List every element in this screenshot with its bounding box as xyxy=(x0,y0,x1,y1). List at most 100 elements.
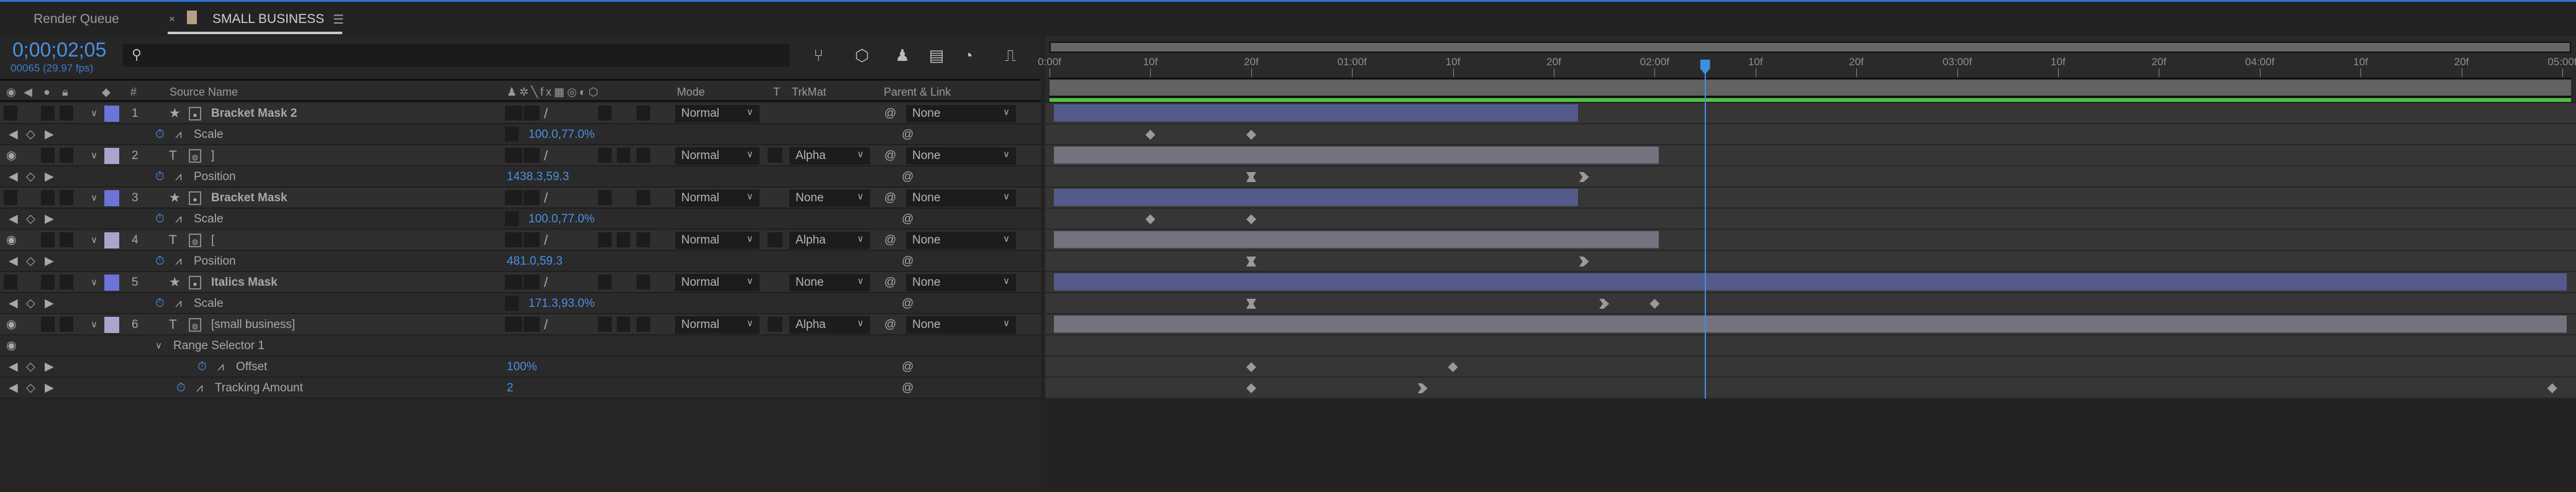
solo-toggle[interactable] xyxy=(41,317,55,332)
pickwhip-icon[interactable]: @ xyxy=(902,170,914,184)
pickwhip-icon[interactable]: @ xyxy=(902,128,914,142)
collapse-switch[interactable] xyxy=(524,190,540,205)
collapse-switch[interactable] xyxy=(524,232,540,247)
property-value[interactable]: 100% xyxy=(507,360,537,374)
keyframe-linear[interactable] xyxy=(1649,299,1660,309)
shy-layers-icon[interactable]: ♟ xyxy=(892,45,913,66)
lock-column-icon[interactable]: 🔒︎ xyxy=(62,86,68,99)
prev-keyframe-icon[interactable]: ◀ xyxy=(9,381,18,395)
effect-switch[interactable] xyxy=(598,275,612,289)
pickwhip-icon[interactable]: @ xyxy=(902,297,914,311)
property-value[interactable]: 100.0,77.0% xyxy=(528,212,595,226)
stopwatch-icon[interactable]: ⏱ xyxy=(155,170,165,184)
keyframe-easy-ease[interactable] xyxy=(1246,299,1256,309)
layer-duration-bar[interactable] xyxy=(1054,231,1659,249)
mode-dropdown[interactable]: Normal ∨ xyxy=(675,189,760,207)
next-keyframe-icon[interactable]: ▶ xyxy=(45,381,54,395)
property-value[interactable]: 2 xyxy=(507,381,514,395)
composition-mini-flowchart-icon[interactable]: ⑂ xyxy=(808,45,829,66)
parent-dropdown[interactable]: None ∨ xyxy=(906,274,1016,291)
quality-switch-icon[interactable]: / xyxy=(544,276,548,289)
parent-pickwhip-icon[interactable]: @ xyxy=(884,149,896,163)
layer-row[interactable]: ◉ ∨ 2 T ◍] / Normal ∨ Alpha ∨ @ None ∨ xyxy=(0,145,1041,166)
solo-toggle[interactable] xyxy=(41,106,55,121)
mode-dropdown[interactable]: Normal ∨ xyxy=(675,147,760,165)
keyframe-linear[interactable] xyxy=(1246,383,1256,393)
property-track[interactable] xyxy=(1045,378,2576,399)
audio-column-icon[interactable]: ◀ xyxy=(24,86,32,99)
collapse-switch[interactable] xyxy=(524,317,540,332)
add-keyframe-icon[interactable]: ◇ xyxy=(26,170,35,184)
add-keyframe-icon[interactable]: ◇ xyxy=(26,381,35,395)
effect-switch[interactable] xyxy=(598,232,612,247)
layer-row[interactable]: ∨ 3 ★ ● Bracket Mask / Normal ∨ None ∨ @ None ∨ xyxy=(0,188,1041,209)
next-keyframe-icon[interactable]: ▶ xyxy=(45,255,54,268)
solo-toggle[interactable] xyxy=(41,275,55,289)
stopwatch-icon[interactable]: ⏱ xyxy=(155,255,165,268)
motion-blur-switch[interactable] xyxy=(617,317,630,332)
preserve-transparency-toggle[interactable] xyxy=(768,232,782,247)
draft-3d-icon[interactable]: ⬡ xyxy=(851,45,873,66)
property-value[interactable]: 481.0,59.3 xyxy=(507,255,563,268)
quality-switch-icon[interactable]: / xyxy=(544,318,548,332)
label-color[interactable] xyxy=(104,190,119,206)
adjustment-switch[interactable] xyxy=(637,106,650,121)
next-keyframe-icon[interactable]: ▶ xyxy=(45,212,54,226)
keyframe-easy-ease[interactable] xyxy=(1246,172,1256,182)
effect-switch[interactable] xyxy=(598,106,612,121)
add-keyframe-icon[interactable]: ◇ xyxy=(26,128,35,142)
keyframe-linear[interactable] xyxy=(1145,214,1156,224)
prev-keyframe-icon[interactable]: ◀ xyxy=(9,255,18,268)
add-keyframe-icon[interactable]: ◇ xyxy=(26,255,35,268)
parent-dropdown[interactable]: None ∨ xyxy=(906,316,1016,334)
lock-toggle[interactable] xyxy=(60,232,73,247)
layer-name[interactable]: [small business] xyxy=(211,318,295,332)
layer-name[interactable]: Bracket Mask 2 xyxy=(211,107,297,121)
parent-pickwhip-icon[interactable]: @ xyxy=(884,191,896,205)
graph-editor-icon[interactable]: ⎍ xyxy=(1000,45,1021,66)
visibility-toggle[interactable] xyxy=(4,190,17,205)
expand-chevron-icon[interactable]: ∨ xyxy=(91,107,98,121)
prev-keyframe-icon[interactable]: ◀ xyxy=(9,128,18,142)
parent-dropdown[interactable]: None ∨ xyxy=(906,232,1016,249)
effect-switch[interactable] xyxy=(598,317,612,332)
layer-row[interactable]: ∨ 5 ★ ● Italics Mask / Normal ∨ None ∨ @ None ∨ xyxy=(0,272,1041,293)
expand-chevron-icon[interactable]: ∨ xyxy=(155,339,162,353)
source-name-header[interactable]: Source Name xyxy=(170,86,238,99)
property-track[interactable] xyxy=(1045,251,2576,272)
label-color[interactable] xyxy=(104,232,119,248)
layer-row[interactable]: ◉ ∨ 6 T ◍ [small business] / Normal ∨ Alpha ∨ @ None… xyxy=(0,314,1041,335)
stopwatch-icon[interactable]: ⏱ xyxy=(155,212,165,226)
parent-dropdown[interactable]: None ∨ xyxy=(906,189,1016,207)
quality-switch-icon[interactable]: / xyxy=(544,149,548,163)
add-keyframe-icon[interactable]: ◇ xyxy=(26,212,35,226)
graph-icon[interactable]: ⩘ xyxy=(175,170,182,184)
layer-duration-bar[interactable] xyxy=(1054,189,1579,207)
pickwhip-icon[interactable]: @ xyxy=(902,381,914,395)
parent-pickwhip-icon[interactable]: @ xyxy=(884,107,896,121)
parent-pickwhip-icon[interactable]: @ xyxy=(884,234,896,247)
add-keyframe-icon[interactable]: ◇ xyxy=(26,297,35,311)
keyframe-ease-in[interactable] xyxy=(1579,257,1589,266)
trkmat-dropdown[interactable]: Alpha ∨ xyxy=(789,316,870,334)
graph-icon[interactable]: ⩘ xyxy=(175,297,182,311)
adjustment-switch[interactable] xyxy=(637,148,650,163)
visibility-eye-icon[interactable]: ◉ xyxy=(6,234,17,247)
trkmat-dropdown[interactable]: Alpha ∨ xyxy=(789,232,870,249)
stopwatch-icon[interactable]: ⏱ xyxy=(176,381,186,395)
solo-column-icon[interactable]: ● xyxy=(43,86,50,99)
keyframe-linear[interactable] xyxy=(1145,130,1156,140)
keyframe-linear[interactable] xyxy=(1246,214,1256,224)
visibility-toggle[interactable] xyxy=(4,275,17,289)
trkmat-dropdown[interactable]: Alpha ∨ xyxy=(789,147,870,165)
keyframe-linear[interactable] xyxy=(2547,383,2557,393)
property-track[interactable] xyxy=(1045,166,2576,188)
time-ruler[interactable]: 0:00f 10f 20f 01:00f 10f 20f 02:00f 10f 20f 03:00… xyxy=(1038,36,2576,102)
layer-track[interactable] xyxy=(1045,230,2576,251)
expand-chevron-icon[interactable]: ∨ xyxy=(91,234,98,247)
pickwhip-icon[interactable]: @ xyxy=(902,255,914,268)
layer-row[interactable]: ∨ 1 ★ ● Bracket Mask 2 / Normal ∨ @ None ∨ xyxy=(0,103,1041,124)
label-column-icon[interactable]: ◆ xyxy=(102,86,111,99)
pickwhip-icon[interactable]: @ xyxy=(902,360,914,374)
expand-chevron-icon[interactable]: ∨ xyxy=(91,276,98,289)
